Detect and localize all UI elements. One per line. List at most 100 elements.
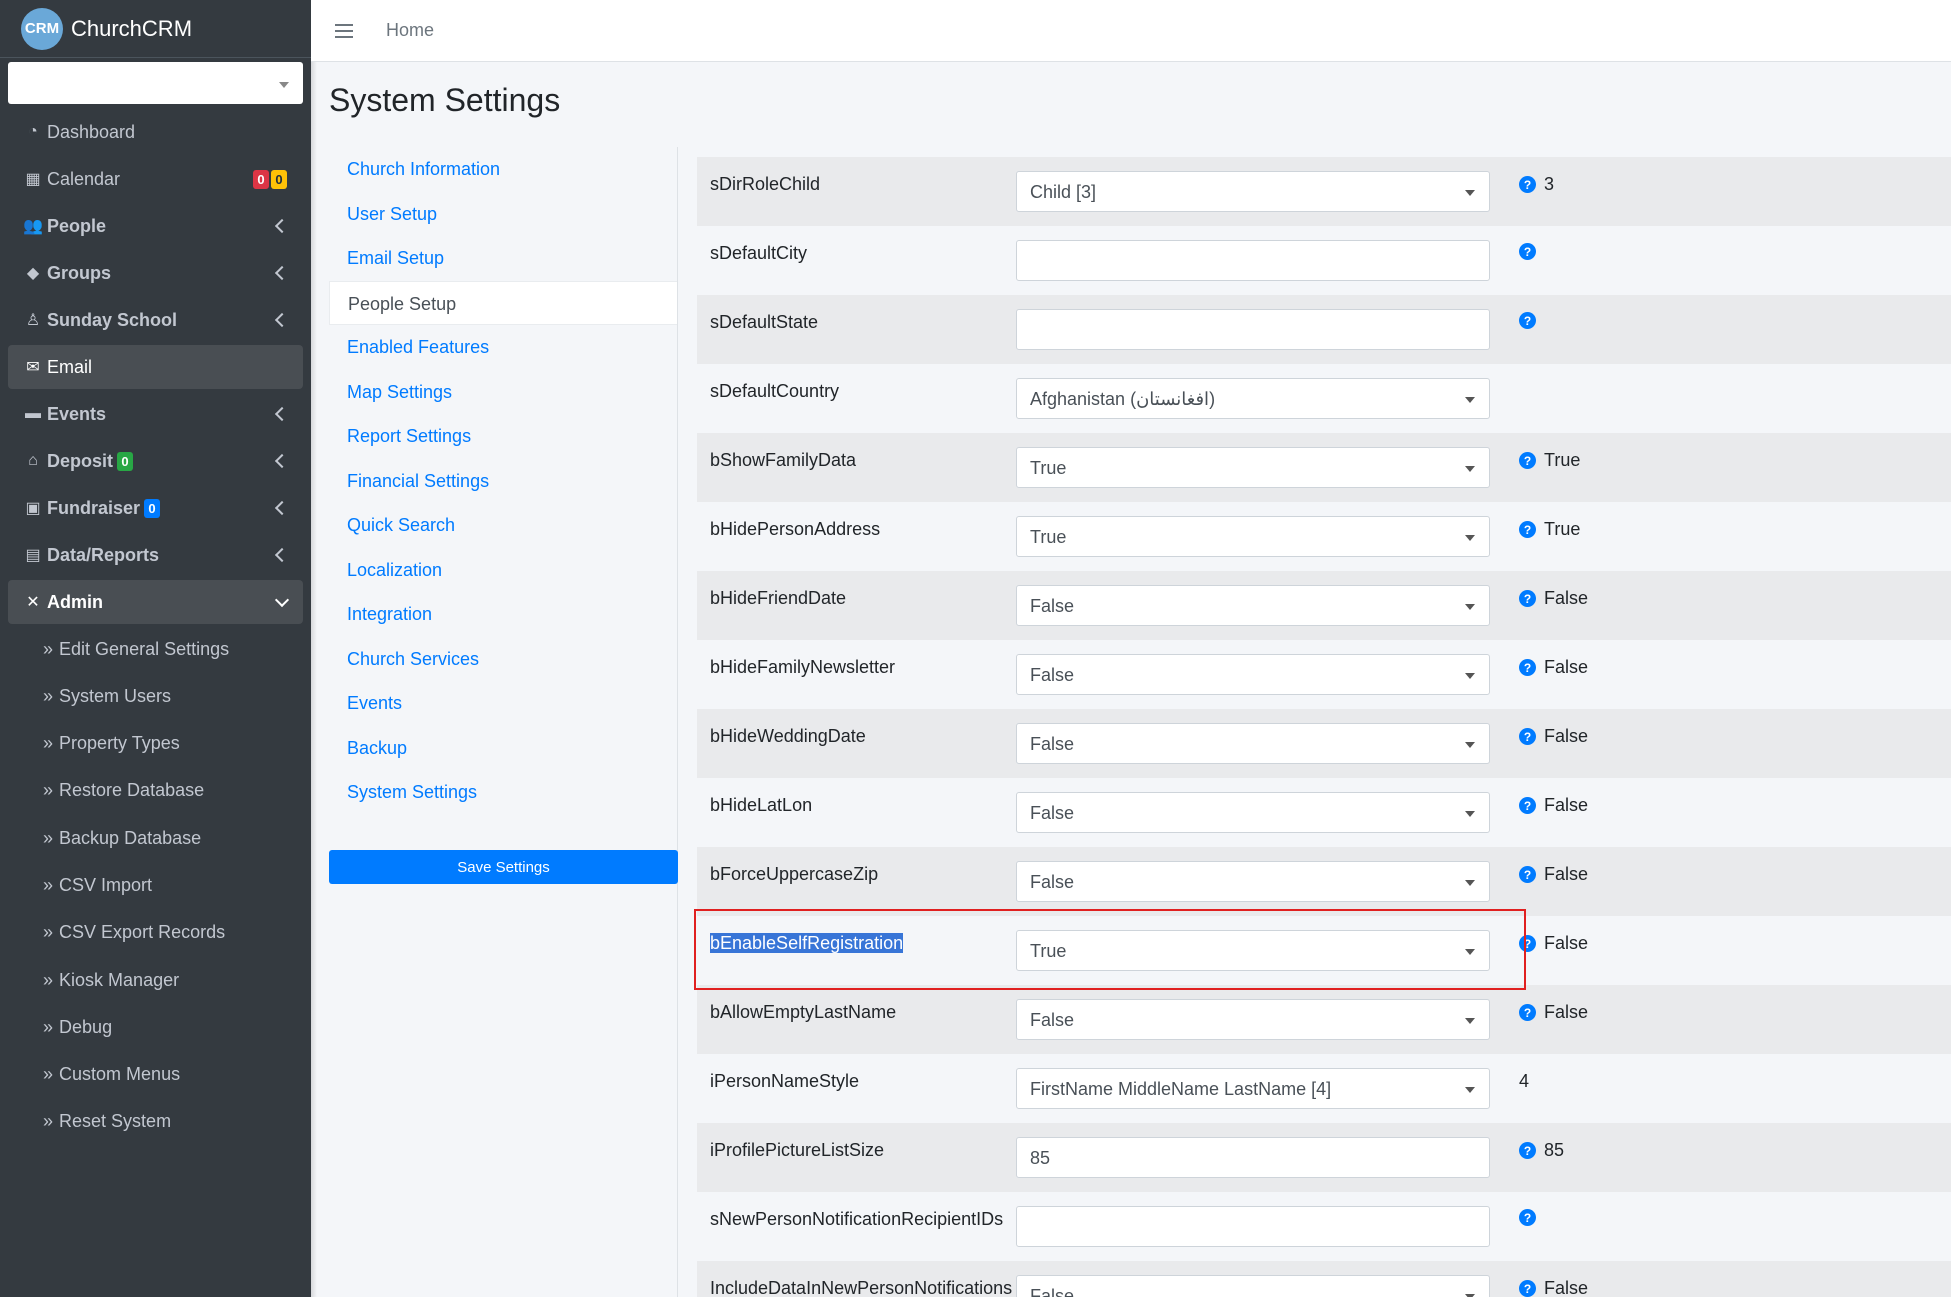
admin-subitem-property-types[interactable]: » Property Types bbox=[8, 722, 303, 766]
settings-tab-financial-settings[interactable]: Financial Settings bbox=[329, 459, 678, 504]
admin-subitem-csv-export-records[interactable]: » CSV Export Records bbox=[8, 911, 303, 955]
setting-select[interactable]: False bbox=[1016, 999, 1490, 1040]
admin-subitem-reset-system[interactable]: » Reset System bbox=[8, 1100, 303, 1144]
setting-row-bHideWeddingDate: bHideWeddingDate False? False bbox=[697, 709, 1951, 778]
setting-select[interactable]: True bbox=[1016, 930, 1490, 971]
setting-default: False bbox=[1544, 726, 1589, 746]
sidebar-item-groups[interactable]: ◆ Groups bbox=[8, 251, 303, 295]
settings-tab-church-services[interactable]: Church Services bbox=[329, 637, 678, 682]
setting-input[interactable] bbox=[1016, 240, 1490, 281]
admin-subitem-csv-import[interactable]: » CSV Import bbox=[8, 863, 303, 907]
setting-row-sDirRoleChild: sDirRoleChild Child [3]? 3 bbox=[697, 157, 1951, 226]
admin-subitem-custom-menus[interactable]: » Custom Menus bbox=[8, 1053, 303, 1097]
save-settings-button[interactable]: Save Settings bbox=[329, 850, 678, 884]
settings-tab-church-information[interactable]: Church Information bbox=[329, 147, 678, 192]
chevron-down-icon bbox=[274, 592, 290, 608]
setting-name: sDefaultCity bbox=[697, 226, 1016, 264]
help-icon[interactable]: ? bbox=[1519, 728, 1536, 745]
help-icon[interactable]: ? bbox=[1519, 176, 1536, 193]
setting-name-text: sDefaultState bbox=[710, 312, 819, 332]
admin-subitem-backup-database[interactable]: » Backup Database bbox=[8, 816, 303, 860]
help-icon[interactable]: ? bbox=[1519, 1142, 1536, 1159]
calendar-icon: ▦ bbox=[25, 171, 41, 188]
setting-select[interactable]: Child [3] bbox=[1016, 171, 1490, 212]
sidebar-item-sunday-school[interactable]: ♙ Sunday School bbox=[8, 298, 303, 342]
setting-default: True bbox=[1544, 450, 1581, 470]
admin-subitem-restore-database[interactable]: » Restore Database bbox=[8, 769, 303, 813]
settings-tab-backup[interactable]: Backup bbox=[329, 726, 678, 771]
help-icon[interactable]: ? bbox=[1519, 1209, 1536, 1226]
double-chevron-right-icon: » bbox=[43, 1111, 53, 1132]
setting-select[interactable]: False bbox=[1016, 654, 1490, 695]
setting-value: False bbox=[1030, 665, 1075, 685]
admin-subitem-edit-general-settings[interactable]: » Edit General Settings bbox=[8, 627, 303, 671]
home-link[interactable]: Home bbox=[386, 20, 434, 41]
settings-tab-user-setup[interactable]: User Setup bbox=[329, 192, 678, 237]
settings-tab-integration[interactable]: Integration bbox=[329, 592, 678, 637]
help-icon[interactable]: ? bbox=[1519, 797, 1536, 814]
setting-input[interactable]: 85 bbox=[1016, 1137, 1490, 1178]
help-icon[interactable]: ? bbox=[1519, 1004, 1536, 1021]
settings-tab-map-settings[interactable]: Map Settings bbox=[329, 370, 678, 415]
help-icon[interactable]: ? bbox=[1519, 590, 1536, 607]
setting-select[interactable]: False bbox=[1016, 1275, 1490, 1297]
setting-select[interactable]: FirstName MiddleName LastName [4] bbox=[1016, 1068, 1490, 1109]
sidebar-item-email[interactable]: ✉ Email bbox=[8, 345, 303, 389]
double-chevron-right-icon: » bbox=[43, 1064, 53, 1085]
setting-default: 3 bbox=[1544, 174, 1555, 194]
settings-tab-enabled-features[interactable]: Enabled Features bbox=[329, 325, 678, 370]
help-icon[interactable]: ? bbox=[1519, 659, 1536, 676]
setting-default: 85 bbox=[1544, 1140, 1565, 1160]
setting-input[interactable] bbox=[1016, 1206, 1490, 1247]
setting-value: True bbox=[1030, 458, 1067, 478]
settings-tab-people-setup[interactable]: People Setup bbox=[329, 280, 678, 325]
settings-tab-system-settings[interactable]: System Settings bbox=[329, 770, 678, 815]
brand[interactable]: CRM ChurchCRM bbox=[0, 0, 311, 58]
setting-default: False bbox=[1544, 588, 1589, 608]
help-icon[interactable]: ? bbox=[1519, 243, 1536, 260]
settings-tab-localization[interactable]: Localization bbox=[329, 548, 678, 593]
settings-tab-events[interactable]: Events bbox=[329, 681, 678, 726]
sidebar-item-admin[interactable]: ✕ Admin bbox=[8, 580, 303, 624]
setting-select[interactable]: False bbox=[1016, 723, 1490, 764]
help-icon[interactable]: ? bbox=[1519, 521, 1536, 538]
setting-value: False bbox=[1030, 872, 1075, 892]
help-icon[interactable]: ? bbox=[1519, 1280, 1536, 1297]
settings-tab-quick-search[interactable]: Quick Search bbox=[329, 503, 678, 548]
menu-toggle-icon[interactable] bbox=[335, 23, 353, 39]
page-title: System Settings bbox=[329, 82, 561, 118]
setting-name: bEnableSelfRegistration bbox=[697, 916, 1016, 954]
sidebar-nav: ◔ Dashboard ▦ Calendar 0 0 👥 People ◆ Gr… bbox=[0, 110, 311, 624]
setting-select[interactable]: False bbox=[1016, 585, 1490, 626]
help-icon[interactable]: ? bbox=[1519, 935, 1536, 952]
help-icon[interactable]: ? bbox=[1519, 312, 1536, 329]
double-chevron-right-icon: » bbox=[43, 1016, 53, 1037]
setting-select[interactable]: True bbox=[1016, 447, 1490, 488]
settings-tab-email-setup[interactable]: Email Setup bbox=[329, 236, 678, 281]
brand-name: ChurchCRM bbox=[71, 15, 193, 41]
help-icon[interactable]: ? bbox=[1519, 452, 1536, 469]
sidebar-item-events[interactable]: ▬ Events bbox=[8, 392, 303, 436]
sidebar-search-select[interactable] bbox=[8, 62, 303, 104]
admin-subitem-system-users[interactable]: » System Users bbox=[8, 674, 303, 718]
setting-name-text: iProfilePictureListSize bbox=[710, 1140, 885, 1160]
sidebar-item-people[interactable]: 👥 People bbox=[8, 204, 303, 248]
admin-subitem-kiosk-manager[interactable]: » Kiosk Manager bbox=[8, 958, 303, 1002]
setting-select[interactable]: False bbox=[1016, 792, 1490, 833]
setting-select[interactable]: True bbox=[1016, 516, 1490, 557]
setting-default: 4 bbox=[1519, 1071, 1530, 1091]
admin-subitem-label: Reset System bbox=[59, 1111, 172, 1132]
setting-value: True bbox=[1030, 941, 1067, 961]
help-icon[interactable]: ? bbox=[1519, 866, 1536, 883]
setting-input[interactable] bbox=[1016, 309, 1490, 350]
sidebar-item-dashboard[interactable]: ◔ Dashboard bbox=[8, 110, 303, 154]
sidebar-item-data-reports[interactable]: ▤ Data/Reports bbox=[8, 533, 303, 577]
settings-tab-report-settings[interactable]: Report Settings bbox=[329, 414, 678, 459]
setting-select[interactable]: Afghanistan (افغانستان) bbox=[1016, 378, 1490, 419]
sidebar-item-deposit[interactable]: ⌂ Deposit 0 bbox=[8, 439, 303, 483]
admin-subitem-debug[interactable]: » Debug bbox=[8, 1005, 303, 1049]
setting-select[interactable]: False bbox=[1016, 861, 1490, 902]
setting-row-bHidePersonAddress: bHidePersonAddress True? True bbox=[697, 502, 1951, 571]
sidebar-item-calendar[interactable]: ▦ Calendar 0 0 bbox=[8, 157, 303, 201]
sidebar-item-fundraiser[interactable]: ▣ Fundraiser 0 bbox=[8, 486, 303, 530]
